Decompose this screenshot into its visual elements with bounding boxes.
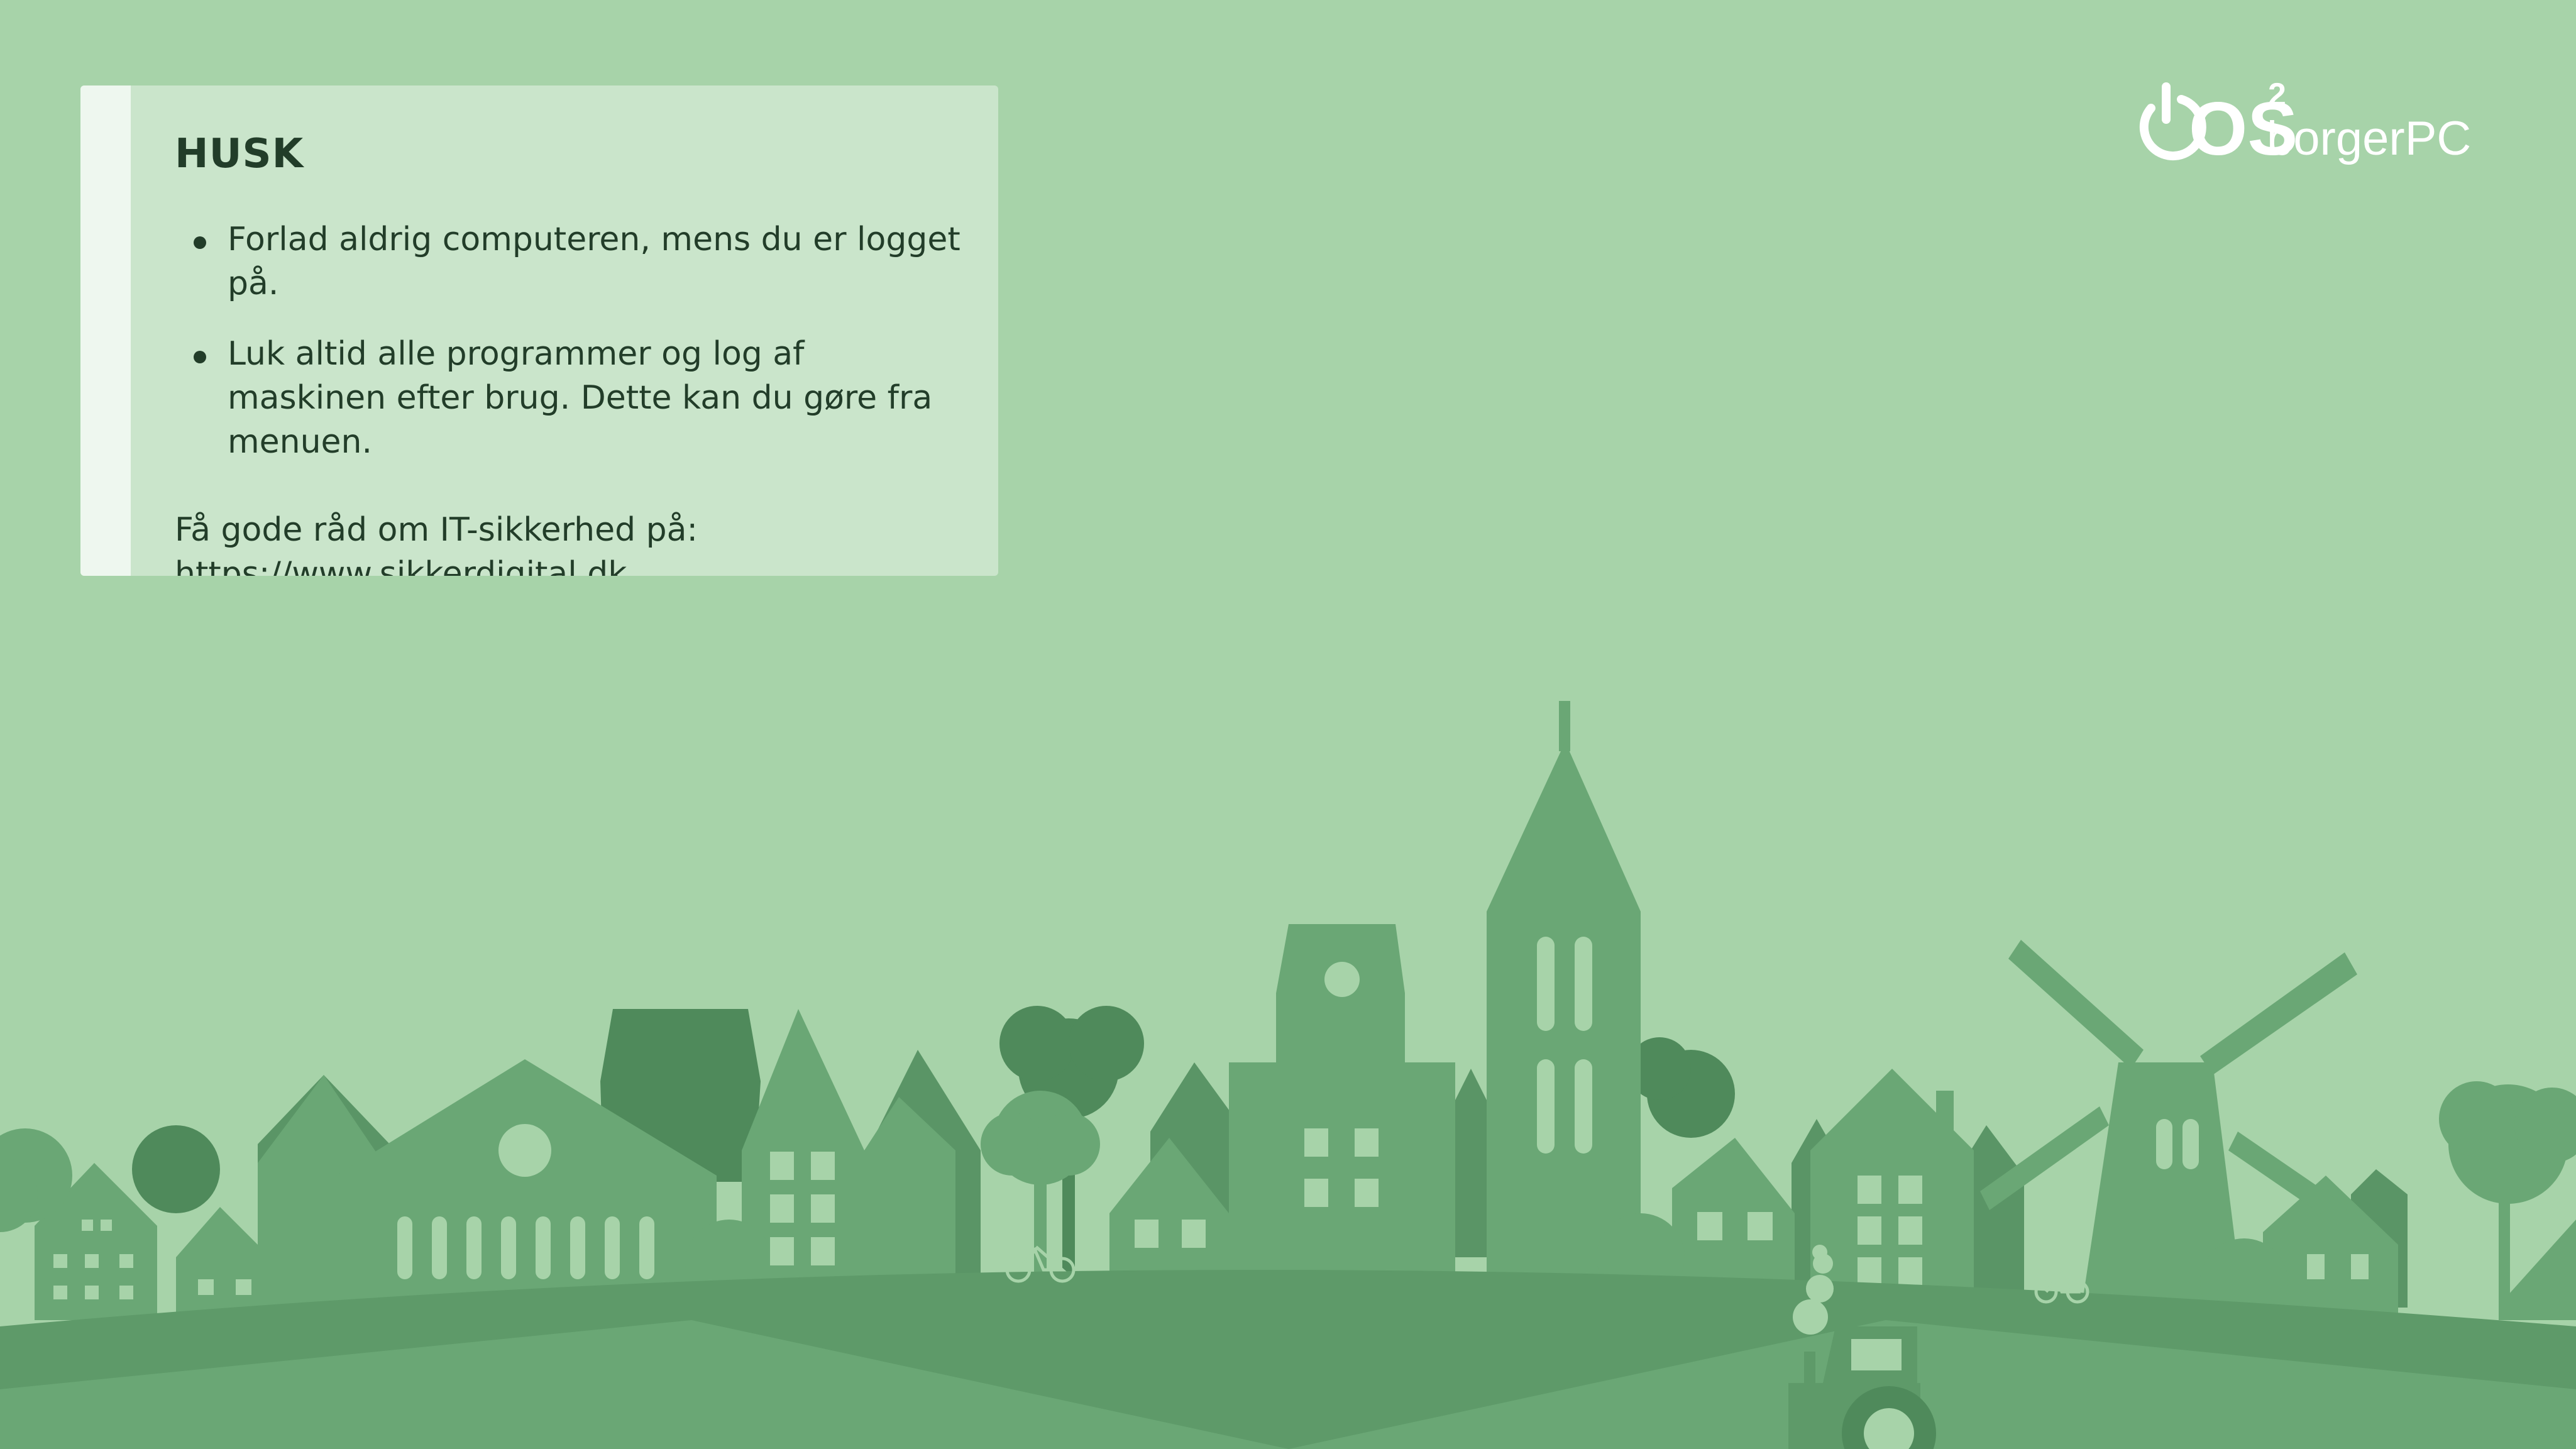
reminder-panel: HUSK Forlad aldrig computeren, mens du e… xyxy=(80,85,998,576)
tractor-smoke xyxy=(1793,1299,1828,1335)
tree xyxy=(2439,1081,2514,1157)
windmill-blade xyxy=(2200,952,2357,1075)
reminder-item-text: Forlad aldrig computeren, mens du er log… xyxy=(228,221,960,302)
reminder-item: Luk altid alle programmer og log af mask… xyxy=(175,332,973,464)
bullet-icon xyxy=(194,236,206,249)
church-tower xyxy=(1487,742,1641,1276)
os2borgerpc-logo: OS 2 borgerPC xyxy=(2139,80,2471,171)
panel-accent-bar xyxy=(80,85,131,576)
house xyxy=(176,1207,270,1320)
reminder-title: HUSK xyxy=(175,131,304,177)
logo-superscript: 2 xyxy=(2268,80,2286,113)
reminder-item-text: Luk altid alle programmer og log af mask… xyxy=(228,335,933,461)
tree-dark xyxy=(1069,1006,1144,1081)
bullet-icon xyxy=(194,351,206,363)
reminder-item: Forlad aldrig computeren, mens du er log… xyxy=(175,218,973,306)
tree-dark xyxy=(132,1125,220,1213)
security-tip-text: Få gode råd om IT-sikkerhed på: xyxy=(175,511,698,549)
house xyxy=(2508,1220,2576,1320)
windmill-blade xyxy=(2008,940,2144,1069)
tree-dark xyxy=(999,1006,1075,1081)
security-tip-link[interactable]: https://www.sikkerdigital.dk xyxy=(175,555,627,576)
reminder-list: Forlad aldrig computeren, mens du er log… xyxy=(175,218,973,464)
logo-product: borgerPC xyxy=(2267,112,2471,165)
clock xyxy=(498,1124,551,1177)
house xyxy=(1672,1138,1795,1289)
